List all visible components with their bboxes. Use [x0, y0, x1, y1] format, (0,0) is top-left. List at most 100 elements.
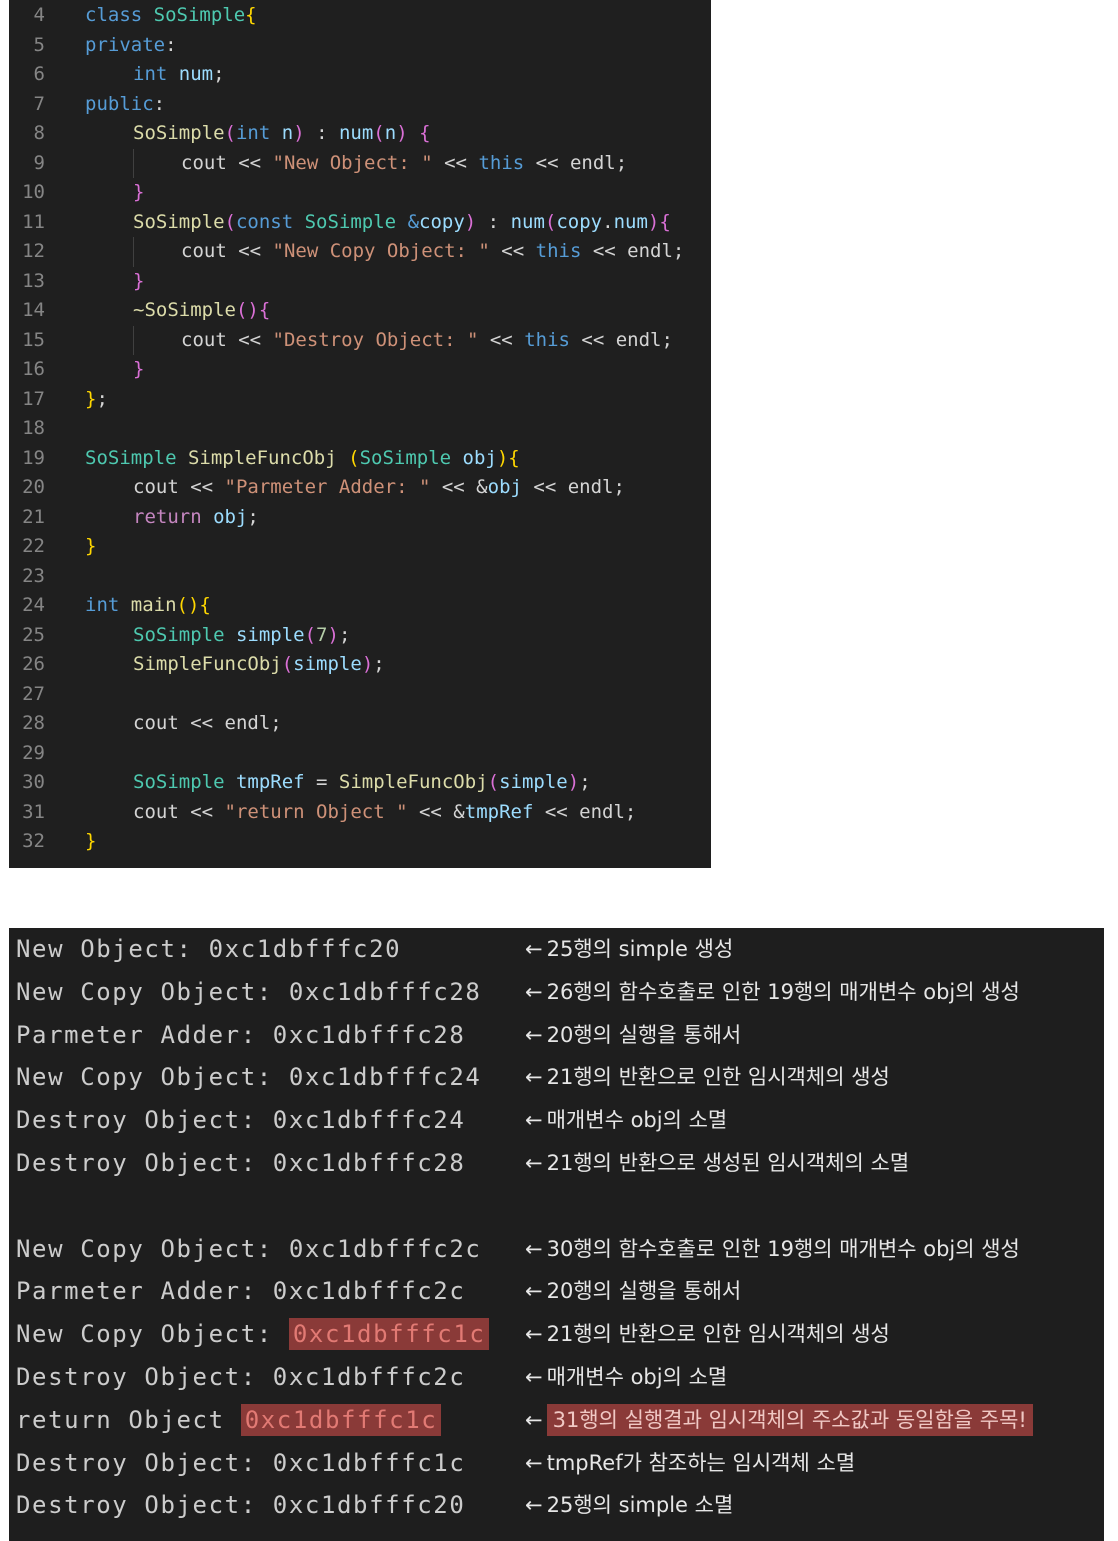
- code-token: }: [133, 358, 145, 380]
- left-arrow-icon: ←: [525, 1407, 543, 1432]
- code-text: }: [133, 267, 144, 297]
- code-token: (: [304, 623, 317, 646]
- code-token: SimpleFuncObj: [187, 446, 349, 469]
- code-text: SoSimple SimpleFuncObj (SoSimple obj){: [85, 444, 520, 474]
- code-token: "Destroy Object: ": [272, 328, 479, 351]
- code-token: ;: [96, 387, 108, 410]
- left-arrow-icon: ←: [525, 1236, 543, 1261]
- output-line: New Copy Object: 0xc1dbfffc2c: [16, 1229, 481, 1269]
- code-token: copy: [419, 210, 465, 233]
- code-token: SoSimple: [133, 210, 225, 233]
- code-token: num: [613, 210, 648, 233]
- code-token: :: [304, 122, 339, 144]
- code-token: << &: [407, 800, 465, 823]
- output-address: 0xc1dbfffc20: [272, 1491, 466, 1520]
- annotation-note: ← tmpRef가 참조하는 임시객체 소멸: [525, 1443, 855, 1483]
- code-line: 16}: [9, 355, 711, 385]
- line-number: 19: [22, 446, 45, 469]
- code-line: 14 ~SoSimple(){: [9, 296, 711, 326]
- left-arrow-icon: ←: [525, 1022, 543, 1047]
- code-line: 15 cout << "Destroy Object: " << this << …: [9, 325, 711, 356]
- code-text: SoSimple simple(7);: [133, 621, 350, 651]
- annotation-note: ← 25행의 simple 생성: [525, 929, 733, 969]
- line-number: 25: [22, 623, 45, 646]
- annotation-text: 25행의 simple 소멸: [546, 1493, 734, 1518]
- line-number: 10: [22, 181, 45, 203]
- output-line: New Object: 0xc1dbfffc20: [16, 929, 401, 969]
- line-number: 16: [22, 358, 45, 380]
- code-token: private: [85, 33, 166, 56]
- left-arrow-icon: ←: [525, 1279, 543, 1304]
- annotation-note: ← 21행의 반환으로 인한 임시객체의 생성: [525, 1314, 890, 1354]
- code-token: .: [602, 210, 614, 233]
- output-label: Destroy Object:: [16, 1363, 273, 1391]
- output-address: 0xc1dbfffc20: [208, 935, 402, 963]
- annotation-text: 26행의 함수호출로 인한 19행의 매개변수 obj의 생성: [546, 979, 1020, 1004]
- code-token: <<: [478, 328, 525, 351]
- output-label: Parmeter Adder:: [16, 1020, 273, 1049]
- code-token: ;: [213, 63, 225, 85]
- code-token: public: [85, 92, 154, 115]
- code-line: 6 int num;: [9, 60, 711, 90]
- left-arrow-icon: ←: [525, 979, 543, 1004]
- highlighted-annotation-text: 31행의 실행결과 임시객체의 주소값과 동일함을 주목!: [546, 1403, 1033, 1436]
- output-address: 0xc1dbfffc28: [288, 977, 482, 1006]
- code-line: 19 SoSimple SimpleFuncObj (SoSimple obj){: [9, 444, 711, 474]
- code-line: 20 cout << "Parmeter Adder: " << &obj << …: [9, 473, 711, 503]
- code-token: ): [327, 623, 339, 646]
- output-label: Destroy Object:: [16, 1106, 273, 1135]
- code-token: "Parmeter Adder: ": [224, 476, 431, 498]
- code-token: num: [178, 63, 214, 85]
- line-number: 9: [33, 151, 45, 174]
- code-token: n: [384, 122, 397, 144]
- code-token: cout <<: [133, 800, 225, 823]
- code-token: "New Object: ": [272, 151, 433, 174]
- line-number: 26: [22, 653, 45, 675]
- annotation-note: ← 20행의 실행을 통해서: [525, 1271, 741, 1311]
- code-token: (): [176, 594, 200, 616]
- code-token: SoSimple: [133, 771, 236, 793]
- highlighted-address: 0xc1dbfffc1c: [240, 1403, 442, 1436]
- code-token: num: [338, 122, 374, 144]
- code-token: obj: [213, 505, 248, 528]
- code-token: (): [235, 299, 259, 321]
- line-number: 21: [22, 505, 45, 528]
- code-token: cout <<: [181, 328, 273, 351]
- code-token: << endl;: [533, 800, 637, 823]
- code-editor[interactable]: 4 class SoSimple{5 private: 6 int num; 7 publi…: [9, 0, 711, 868]
- output-line: New Copy Object: 0xc1dbfffc1c: [16, 1314, 490, 1354]
- line-number: 24: [22, 594, 45, 616]
- code-line: 29: [9, 739, 711, 769]
- line-number: 17: [22, 387, 45, 410]
- code-line: 27: [9, 680, 711, 710]
- output-line: Parmeter Adder: 0xc1dbfffc2c: [16, 1271, 465, 1311]
- code-token: << endl;: [524, 151, 628, 174]
- code-token: simple: [499, 771, 568, 793]
- line-number: 6: [33, 63, 45, 85]
- code-token: "return Object ": [224, 800, 408, 823]
- code-token: ): [396, 122, 408, 144]
- code-token: ~SoSimple: [133, 299, 236, 321]
- code-token: }: [85, 535, 97, 557]
- code-line: 7 public:: [9, 90, 711, 120]
- code-text: cout << "Parmeter Adder: " << &obj << en…: [133, 473, 625, 503]
- output-label: return Object: [16, 1405, 241, 1434]
- indent-guide: [133, 325, 134, 355]
- code-text: }: [85, 532, 96, 562]
- output-line: return Object 0xc1dbfffc1c: [16, 1400, 442, 1440]
- output-address: 0xc1dbfffc28: [272, 1149, 466, 1177]
- code-text: }: [133, 355, 144, 385]
- code-text: cout << "Destroy Object: " << this << en…: [181, 326, 673, 356]
- annotation-text: 30행의 함수호출로 인한 19행의 매개변수 obj의 생성: [546, 1236, 1020, 1261]
- annotation-text: 21행의 반환으로 인한 임시객체의 생성: [546, 1322, 890, 1347]
- code-token: (: [224, 122, 236, 144]
- annotation-note: ← 21행의 반환으로 인한 임시객체의 생성: [525, 1057, 890, 1097]
- code-line: 17};: [9, 385, 711, 415]
- code-token: {: [419, 122, 431, 144]
- left-arrow-icon: ←: [525, 1065, 543, 1090]
- line-number: 32: [22, 830, 45, 852]
- output-address: 0xc1dbfffc2c: [272, 1363, 466, 1391]
- line-number: 29: [22, 741, 45, 764]
- code-line: 21 return obj;: [9, 503, 711, 533]
- code-token: (: [544, 210, 557, 233]
